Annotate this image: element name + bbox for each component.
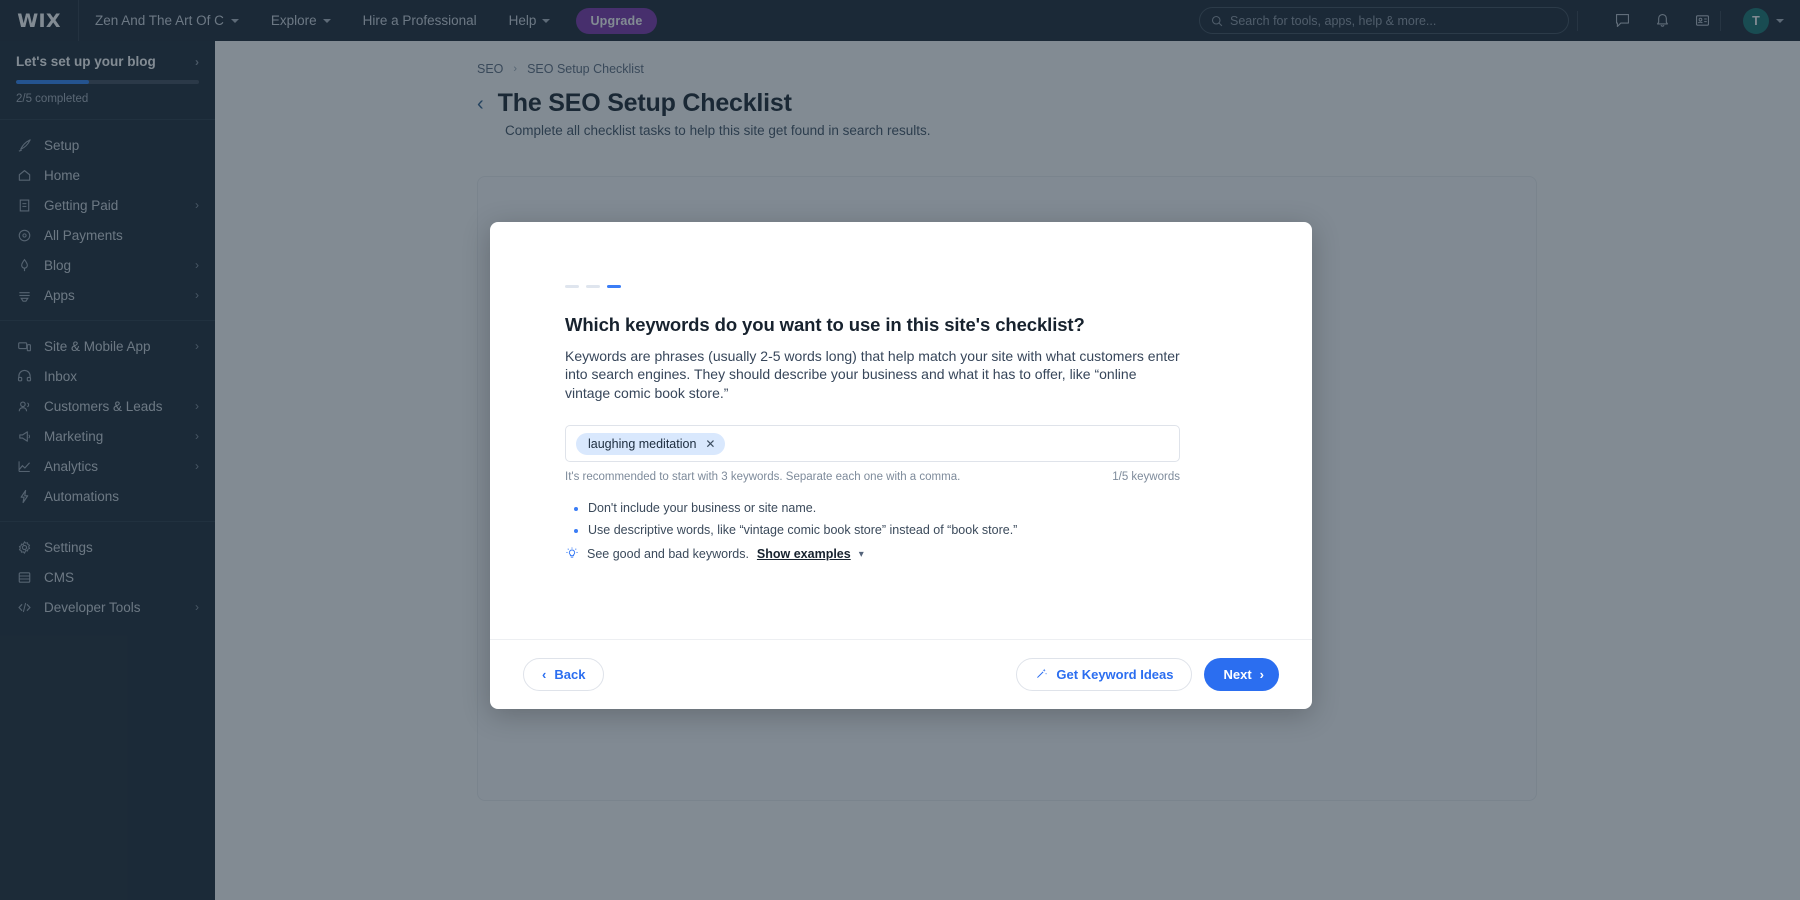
- bullet-icon: [574, 529, 578, 534]
- modal-footer: ‹ Back Get Keyword Ideas Next ›: [490, 639, 1312, 709]
- back-button[interactable]: ‹ Back: [523, 658, 605, 691]
- modal-body: Which keywords do you want to use in thi…: [490, 222, 1312, 639]
- guideline-text: Use descriptive words, like “vintage com…: [588, 523, 1018, 538]
- magic-wand-icon: [1035, 667, 1048, 683]
- chevron-down-icon[interactable]: ▾: [859, 549, 864, 560]
- step-dash-3: [607, 285, 621, 288]
- show-examples-link[interactable]: Show examples: [757, 547, 851, 561]
- show-examples-row[interactable]: See good and bad keywords. Show examples…: [565, 547, 1312, 561]
- list-item: Don't include your business or site name…: [565, 501, 1312, 515]
- bullet-icon: [574, 507, 578, 512]
- keywords-modal: Which keywords do you want to use in thi…: [490, 222, 1312, 709]
- keyword-guidelines: Don't include your business or site name…: [565, 501, 1312, 561]
- guideline-text: Don't include your business or site name…: [588, 501, 817, 516]
- close-icon[interactable]: ✕: [705, 438, 715, 450]
- modal-title: Which keywords do you want to use in thi…: [565, 314, 1085, 335]
- step-indicator: [565, 285, 1312, 288]
- chevron-left-icon: ‹: [542, 667, 547, 682]
- list-item: Use descriptive words, like “vintage com…: [565, 523, 1312, 537]
- get-keyword-ideas-label: Get Keyword Ideas: [1056, 667, 1174, 682]
- keywords-counter: 1/5 keywords: [1112, 471, 1180, 484]
- modal-description: Keywords are phrases (usually 2-5 words …: [565, 348, 1180, 401]
- keyword-tag[interactable]: laughing meditation ✕: [576, 432, 726, 455]
- lightbulb-icon: [565, 547, 579, 561]
- next-button[interactable]: Next ›: [1204, 658, 1279, 691]
- step-dash-1: [565, 285, 579, 288]
- keywords-hint: It's recommended to start with 3 keyword…: [565, 471, 961, 484]
- keyword-tag-label: laughing meditation: [588, 436, 697, 451]
- keywords-meta: It's recommended to start with 3 keyword…: [565, 471, 1180, 483]
- back-button-label: Back: [554, 667, 586, 682]
- keywords-input[interactable]: laughing meditation ✕: [565, 425, 1180, 463]
- tip-text: See good and bad keywords.: [587, 547, 749, 562]
- next-button-label: Next: [1223, 667, 1252, 682]
- step-dash-2: [586, 285, 600, 288]
- get-keyword-ideas-button[interactable]: Get Keyword Ideas: [1016, 658, 1193, 691]
- chevron-right-icon: ›: [1259, 667, 1264, 682]
